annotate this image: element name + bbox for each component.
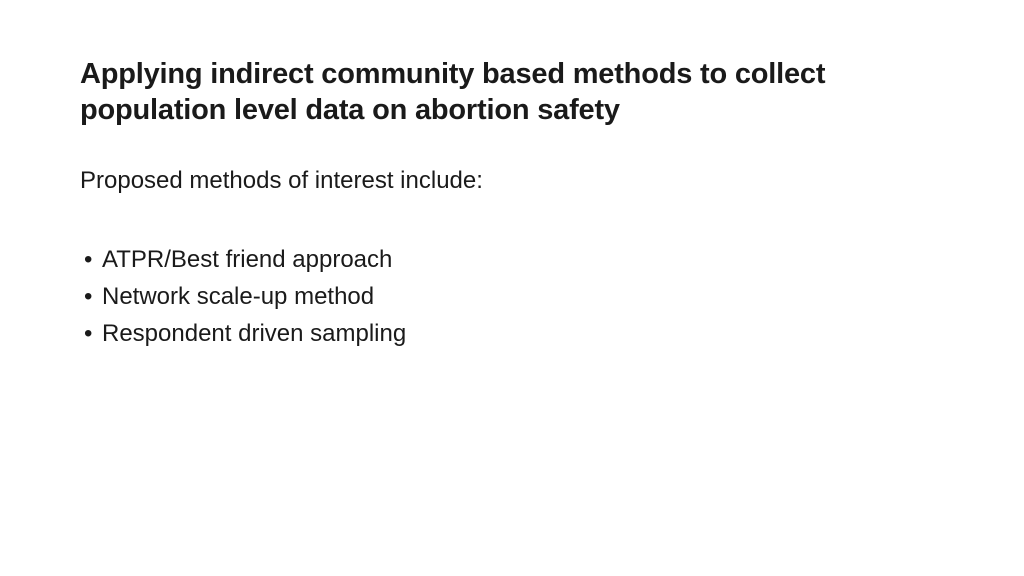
slide-title: Applying indirect community based method… [80, 56, 944, 129]
intro-text: Proposed methods of interest include: [80, 165, 944, 197]
list-item: ATPR/Best friend approach [84, 241, 944, 278]
bullet-list: ATPR/Best friend approach Network scale-… [80, 241, 944, 353]
list-item: Respondent driven sampling [84, 315, 944, 352]
list-item: Network scale-up method [84, 278, 944, 315]
